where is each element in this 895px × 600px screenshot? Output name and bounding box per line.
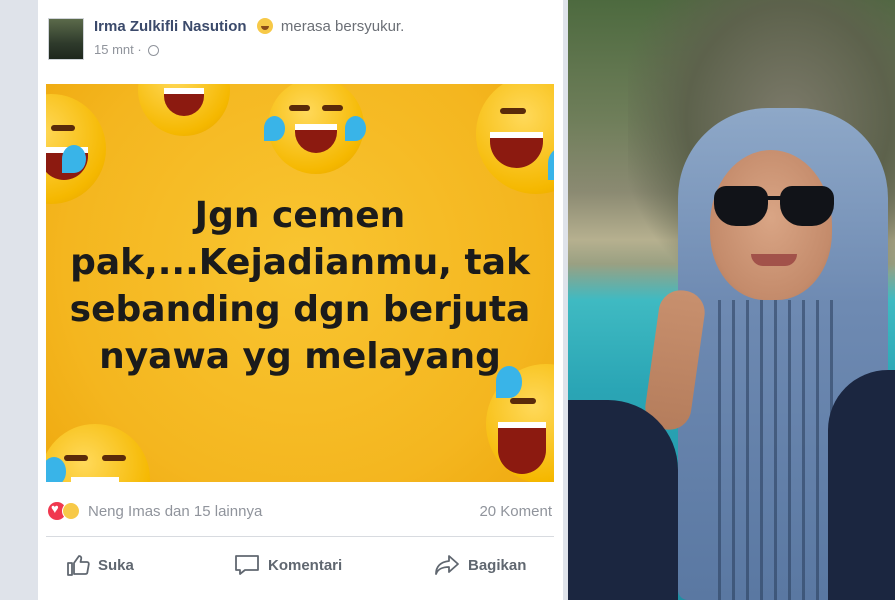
like-icon bbox=[67, 555, 90, 576]
comment-count[interactable]: 20 Koment bbox=[479, 503, 552, 520]
scarf-stripes bbox=[718, 300, 838, 600]
facebook-post: Irma Zulkifli Nasution merasa bersyukur.… bbox=[38, 0, 563, 600]
share-label: Bagikan bbox=[468, 557, 527, 574]
globe-icon bbox=[148, 45, 160, 56]
divider bbox=[46, 536, 554, 537]
meme-caption: Jgn cemen pak,...Kejadianmu, tak sebandi… bbox=[46, 192, 554, 380]
comment-button[interactable]: Komentari bbox=[234, 554, 342, 576]
post-header: Irma Zulkifli Nasution merasa bersyukur.… bbox=[38, 0, 563, 78]
laughing-emoji-icon bbox=[476, 84, 554, 194]
meme-line: nyawa yg melayang bbox=[99, 336, 501, 377]
timestamp-text: 15 mnt · bbox=[94, 42, 146, 57]
like-label: Suka bbox=[98, 557, 134, 574]
share-icon bbox=[435, 555, 459, 575]
laughing-emoji-icon bbox=[46, 94, 106, 204]
action-bar: Suka Komentari Bagikan bbox=[46, 548, 554, 588]
comment-icon bbox=[235, 555, 259, 575]
reactions-bar: Neng Imas dan 15 lainnya 20 Koment bbox=[46, 498, 554, 528]
smile bbox=[751, 254, 797, 266]
avatar[interactable] bbox=[48, 18, 84, 60]
meme-line: sebanding dgn berjuta bbox=[69, 289, 531, 330]
sunglasses bbox=[714, 186, 836, 226]
laughing-emoji-icon bbox=[486, 364, 554, 482]
meme-image[interactable]: Jgn cemen pak,...Kejadianmu, tak sebandi… bbox=[46, 84, 554, 482]
feeling-text: merasa bersyukur. bbox=[280, 18, 405, 35]
jacket-left bbox=[568, 400, 678, 600]
author-name[interactable]: Irma Zulkifli Nasution bbox=[94, 18, 247, 35]
timestamp[interactable]: 15 mnt · bbox=[94, 42, 160, 57]
jacket-right bbox=[828, 370, 895, 600]
laughing-emoji-icon bbox=[46, 424, 150, 482]
haha-reaction-icon[interactable] bbox=[62, 502, 80, 520]
share-button[interactable]: Bagikan bbox=[434, 554, 526, 576]
like-button[interactable]: Suka bbox=[66, 554, 134, 576]
laughing-emoji-icon bbox=[138, 84, 230, 136]
woman-portrait-photo bbox=[568, 0, 895, 600]
laughing-emoji-icon bbox=[264, 84, 366, 174]
meme-line: Jgn cemen bbox=[194, 195, 406, 236]
meme-line: pak,...Kejadianmu, tak bbox=[70, 242, 530, 283]
comment-label: Komentari bbox=[268, 557, 343, 574]
author-line: Irma Zulkifli Nasution merasa bersyukur. bbox=[94, 18, 404, 35]
feeling-emoji-icon bbox=[256, 18, 273, 34]
reactions-summary[interactable]: Neng Imas dan 15 lainnya bbox=[88, 503, 262, 520]
